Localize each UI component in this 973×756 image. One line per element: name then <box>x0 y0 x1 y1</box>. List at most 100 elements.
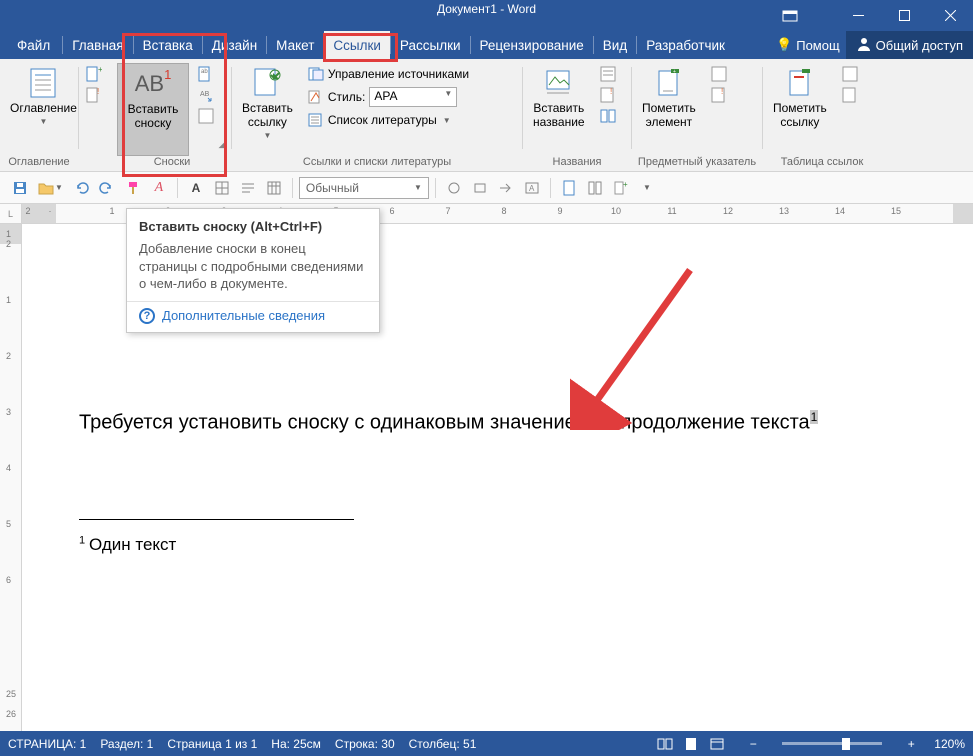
svg-text:+: + <box>673 69 676 75</box>
table-of-contents-button[interactable]: Оглавление ▼ <box>4 63 83 128</box>
mark-citation-button[interactable]: Пометить ссылку <box>767 63 833 132</box>
bibliography-button[interactable]: Список литературы ▼ <box>305 111 472 129</box>
tab-insert[interactable]: Вставка <box>134 31 202 59</box>
insert-index-button[interactable] <box>708 65 730 83</box>
endnote-icon: ab <box>198 66 214 82</box>
clear-format-button[interactable]: A <box>147 176 171 200</box>
status-line[interactable]: Строка: 30 <box>335 737 395 751</box>
group-label-index: Предметный указатель <box>636 156 758 171</box>
svg-text:+: + <box>623 180 628 189</box>
shape-arrow-button[interactable] <box>494 176 518 200</box>
ribbon-display-options-icon[interactable] <box>782 8 798 29</box>
close-button[interactable] <box>927 0 973 31</box>
insert-endnote-button[interactable]: ab <box>195 65 217 83</box>
shape-rect-button[interactable] <box>468 176 492 200</box>
paragraph-button[interactable] <box>236 176 260 200</box>
insert-item-button[interactable]: + <box>609 176 633 200</box>
save-button[interactable] <box>8 176 32 200</box>
minimize-button[interactable] <box>835 0 881 31</box>
cross-ref-icon <box>600 108 616 124</box>
status-section[interactable]: Раздел: 1 <box>100 737 153 751</box>
undo-button[interactable] <box>69 176 93 200</box>
tooltip-more-link[interactable]: ? Дополнительные сведения <box>139 308 367 324</box>
show-notes-button[interactable] <box>195 107 217 125</box>
next-footnote-button[interactable]: AB <box>195 86 217 104</box>
mark-index-entry-button[interactable]: + Пометить элемент <box>636 63 702 132</box>
group-label-toa: Таблица ссылок <box>767 156 877 171</box>
tab-references[interactable]: Ссылки <box>324 31 390 59</box>
columns-button[interactable] <box>583 176 607 200</box>
cross-reference-button[interactable] <box>597 107 619 125</box>
insert-table-of-figures-button[interactable] <box>597 65 619 83</box>
redo-button[interactable] <box>95 176 119 200</box>
footnotes-launcher[interactable]: ◢ <box>215 137 229 151</box>
insert-toa-button[interactable] <box>839 65 861 83</box>
dropdown-icon: ▼ <box>39 117 47 126</box>
font-color-button[interactable]: A <box>184 176 208 200</box>
maximize-button[interactable] <box>881 0 927 31</box>
zoom-out-button[interactable]: − <box>744 737 762 751</box>
tell-me[interactable]: 💡 Помощ <box>770 37 846 53</box>
vertical-ruler[interactable]: 121234562526 <box>0 224 22 731</box>
style-select[interactable]: APA ▼ <box>369 87 457 107</box>
status-column[interactable]: Столбец: 51 <box>409 737 477 751</box>
format-painter-button[interactable] <box>121 176 145 200</box>
status-at[interactable]: На: 25см <box>271 737 321 751</box>
citation-icon <box>251 66 283 100</box>
zoom-level[interactable]: 120% <box>934 737 965 751</box>
document-text[interactable]: Требуется установить сноску с одинаковым… <box>79 410 818 435</box>
shape-circle-button[interactable] <box>442 176 466 200</box>
update-toa-button[interactable] <box>839 86 861 104</box>
footnote-reference[interactable]: 1 <box>590 410 599 424</box>
web-layout-button[interactable] <box>704 731 730 756</box>
group-label-citations: Ссылки и списки литературы <box>236 156 518 171</box>
tab-design[interactable]: Дизайн <box>203 31 266 59</box>
update-table-icon: ! <box>600 87 616 103</box>
insert-footnote-button[interactable]: AB1 Вставить сноску <box>117 63 189 156</box>
ruler-corner[interactable]: L <box>0 204 22 224</box>
add-text-button[interactable]: + <box>83 65 105 83</box>
page-setup-button[interactable] <box>557 176 581 200</box>
group-label-footnotes: Сноски <box>117 156 227 171</box>
borders-button[interactable] <box>210 176 234 200</box>
svg-text:A: A <box>529 184 535 193</box>
status-page[interactable]: СТРАНИЦА: 1 <box>8 737 86 751</box>
footnote-text[interactable]: 1 Один текст <box>79 534 176 555</box>
toc-label: Оглавление <box>10 102 77 116</box>
share-button[interactable]: Общий доступ <box>846 31 973 59</box>
insert-caption-button[interactable]: Вставить название <box>527 63 591 132</box>
svg-text:!: ! <box>721 87 723 96</box>
toc-icon <box>27 66 59 100</box>
tab-home[interactable]: Главная <box>63 31 132 59</box>
zoom-slider[interactable] <box>782 742 882 745</box>
footnote-icon: AB1 <box>135 67 172 101</box>
view-buttons <box>652 731 730 756</box>
update-table-button[interactable]: ! <box>597 86 619 104</box>
footnote-reference[interactable]: 1 <box>810 410 819 424</box>
more-button[interactable]: ▼ <box>635 176 659 200</box>
update-toc-button[interactable]: ! <box>83 86 105 104</box>
update-index-button[interactable]: ! <box>708 86 730 104</box>
update-icon: ! <box>86 87 102 103</box>
print-layout-button[interactable] <box>678 731 704 756</box>
tab-developer[interactable]: Разработчик <box>637 31 734 59</box>
manage-sources-button[interactable]: Управление источниками <box>305 65 472 83</box>
style-dropdown[interactable]: Обычный▼ <box>299 177 429 199</box>
update-index-icon: ! <box>711 87 727 103</box>
show-notes-icon <box>198 108 214 124</box>
open-button[interactable]: ▼ <box>34 176 67 200</box>
zoom-in-button[interactable]: + <box>902 737 920 751</box>
citation-style[interactable]: Стиль: APA ▼ <box>305 86 472 108</box>
text-box-button[interactable]: A <box>520 176 544 200</box>
ribbon: Оглавление ▼ Оглавление + ! AB1 Вставить… <box>0 59 973 172</box>
read-mode-button[interactable] <box>652 731 678 756</box>
tab-mailings[interactable]: Рассылки <box>391 31 470 59</box>
insert-citation-button[interactable]: Вставить ссылку ▼ <box>236 63 299 142</box>
tab-view[interactable]: Вид <box>594 31 636 59</box>
mark-citation-icon <box>784 66 816 100</box>
table-button[interactable] <box>262 176 286 200</box>
tab-layout[interactable]: Макет <box>267 31 323 59</box>
status-page-of[interactable]: Страница 1 из 1 <box>167 737 257 751</box>
tab-file[interactable]: Файл <box>8 31 62 59</box>
tab-review[interactable]: Рецензирование <box>471 31 593 59</box>
